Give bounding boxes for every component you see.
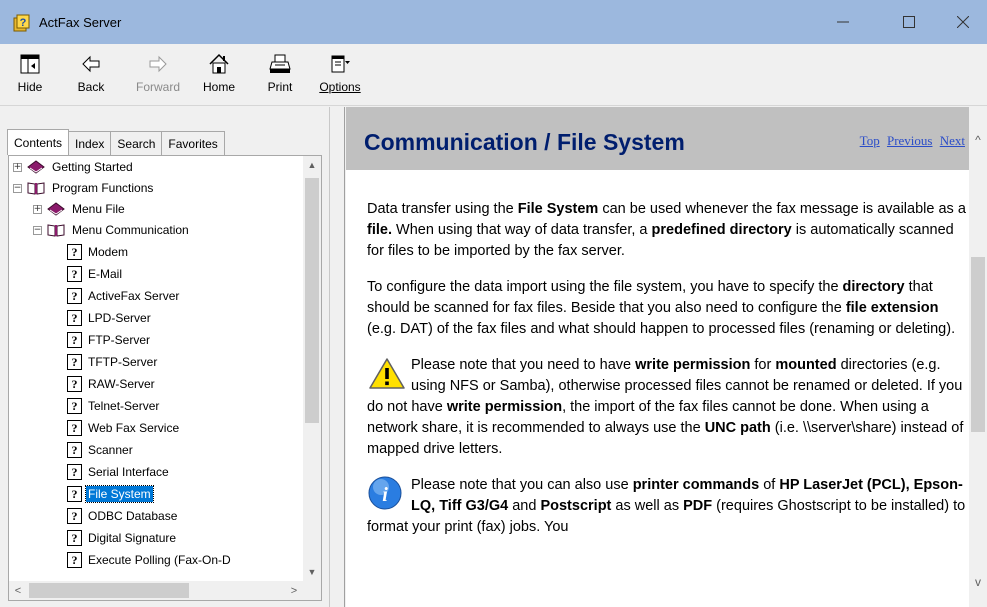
scroll-thumb[interactable] xyxy=(971,257,985,432)
help-page-icon: ? xyxy=(67,552,82,568)
scroll-up-icon[interactable]: ^ xyxy=(969,131,987,149)
svg-text:?: ? xyxy=(20,17,27,29)
tree-item-web-fax-service[interactable]: ? Web Fax Service xyxy=(67,417,181,439)
tree-item-tftp-server[interactable]: ? TFTP-Server xyxy=(67,351,159,373)
back-button[interactable]: Back xyxy=(67,52,115,94)
tab-favorites[interactable]: Favorites xyxy=(161,131,225,155)
tab-contents[interactable]: Contents xyxy=(7,129,70,155)
content-vertical-scrollbar[interactable]: ^ v xyxy=(969,107,987,607)
toolbar: Hide Back Forward Home Print Options xyxy=(0,44,987,106)
closed-book-icon xyxy=(27,160,45,174)
help-page-icon: ? xyxy=(67,332,82,348)
help-page-icon: ? xyxy=(67,288,82,304)
help-page-icon: ? xyxy=(67,530,82,546)
tree-item-program-functions[interactable]: − Program Functions xyxy=(13,177,155,199)
tree-item-execute-polling[interactable]: ? Execute Polling (Fax-On-D xyxy=(67,549,233,571)
help-page-icon: ? xyxy=(67,398,82,414)
page-title: Communication / File System xyxy=(364,129,685,155)
help-page-icon: ? xyxy=(67,310,82,326)
scroll-right-icon[interactable]: > xyxy=(285,581,303,600)
maximize-button[interactable] xyxy=(886,0,932,44)
topic-nav-links: Top Previous Next xyxy=(856,133,965,149)
close-button[interactable] xyxy=(940,0,986,44)
scroll-left-icon[interactable]: < xyxy=(9,581,27,600)
tab-search[interactable]: Search xyxy=(110,131,163,155)
pane-splitter[interactable] xyxy=(331,107,345,607)
help-page-icon: ? xyxy=(67,244,82,260)
arrow-right-icon xyxy=(146,52,170,76)
tree-item-digital-signature[interactable]: ? Digital Signature xyxy=(67,527,178,549)
help-page-icon: ? xyxy=(67,420,82,436)
tree-item-serial-interface[interactable]: ? Serial Interface xyxy=(67,461,171,483)
svg-text:i: i xyxy=(382,484,388,506)
content-pane: Communication / File System Top Previous… xyxy=(346,107,987,607)
tree-horizontal-scrollbar[interactable]: < > xyxy=(9,581,303,600)
tree-item-file-system[interactable]: ? File System xyxy=(67,483,154,505)
title-bar: ? ActFax Server xyxy=(0,0,987,44)
help-page-icon: ? xyxy=(67,486,82,502)
open-book-icon xyxy=(27,182,45,195)
tab-index[interactable]: Index xyxy=(68,131,112,155)
scroll-thumb[interactable] xyxy=(305,178,319,423)
tree-item-scanner[interactable]: ? Scanner xyxy=(67,439,135,461)
help-page-icon: ? xyxy=(67,508,82,524)
topic-header: Communication / File System Top Previous… xyxy=(346,107,969,170)
tree-item-odbc-database[interactable]: ? ODBC Database xyxy=(67,505,179,527)
expand-icon[interactable]: + xyxy=(33,204,42,214)
app-help-icon: ? xyxy=(13,14,31,32)
window-title: ActFax Server xyxy=(39,15,122,30)
hide-icon xyxy=(18,52,42,76)
tree-item-menu-file[interactable]: + Menu File xyxy=(33,198,127,220)
scroll-up-icon[interactable]: ▲ xyxy=(303,156,321,174)
tree-item-ftp-server[interactable]: ? FTP-Server xyxy=(67,329,152,351)
previous-link[interactable]: Previous xyxy=(887,133,933,148)
tree-item-telnet-server[interactable]: ? Telnet-Server xyxy=(67,395,161,417)
tree-vertical-scrollbar[interactable]: ▲ ▼ xyxy=(303,156,321,581)
warning-icon xyxy=(369,358,405,389)
forward-button[interactable]: Forward xyxy=(134,52,182,94)
info-note: i Please note that you can also use prin… xyxy=(367,476,966,535)
paragraph-intro: Data transfer using the File System can … xyxy=(367,201,966,259)
help-page-icon: ? xyxy=(67,266,82,282)
help-page-icon: ? xyxy=(67,464,82,480)
hide-button[interactable]: Hide xyxy=(6,52,54,94)
printer-icon xyxy=(268,52,292,76)
expand-icon[interactable]: + xyxy=(13,162,22,172)
options-icon xyxy=(328,52,352,76)
tree-item-modem[interactable]: ? Modem xyxy=(67,241,130,263)
print-button[interactable]: Print xyxy=(256,52,304,94)
top-link[interactable]: Top xyxy=(860,133,880,148)
scroll-down-icon[interactable]: ▼ xyxy=(303,563,321,581)
tree-item-lpd-server[interactable]: ? LPD-Server xyxy=(67,307,153,329)
tree-item-email[interactable]: ? E-Mail xyxy=(67,263,124,285)
tree-item-activefax-server[interactable]: ? ActiveFax Server xyxy=(67,285,181,307)
next-link[interactable]: Next xyxy=(940,133,965,148)
tree-item-raw-server[interactable]: ? RAW-Server xyxy=(67,373,157,395)
topic-body: Data transfer using the File System can … xyxy=(367,199,969,553)
tree-item-getting-started[interactable]: + Getting Started xyxy=(13,156,135,178)
help-page-icon: ? xyxy=(67,354,82,370)
open-book-icon xyxy=(47,224,65,237)
contents-tree: + Getting Started − Program Functions + … xyxy=(8,155,322,601)
collapse-icon[interactable]: − xyxy=(33,225,42,235)
options-button[interactable]: Options xyxy=(316,52,364,94)
scroll-down-icon[interactable]: v xyxy=(969,573,987,591)
collapse-icon[interactable]: − xyxy=(13,183,22,193)
tree-view: + Getting Started − Program Functions + … xyxy=(9,156,303,581)
closed-book-icon xyxy=(47,202,65,216)
help-page-icon: ? xyxy=(67,442,82,458)
warning-note: Please note that you need to have write … xyxy=(367,357,964,457)
info-icon: i xyxy=(368,476,402,510)
minimize-button[interactable] xyxy=(820,0,866,44)
tree-item-menu-communication[interactable]: − Menu Communication xyxy=(33,219,191,241)
arrow-left-icon xyxy=(79,52,103,76)
help-page-icon: ? xyxy=(67,376,82,392)
home-icon xyxy=(207,52,231,76)
scroll-corner xyxy=(303,581,321,600)
nav-tabs: Contents Index Search Favorites xyxy=(7,129,225,155)
scroll-thumb[interactable] xyxy=(29,583,189,598)
home-button[interactable]: Home xyxy=(195,52,243,94)
navigation-pane: Contents Index Search Favorites + Gettin… xyxy=(0,107,330,607)
paragraph-configure: To configure the data import using the f… xyxy=(367,279,956,337)
